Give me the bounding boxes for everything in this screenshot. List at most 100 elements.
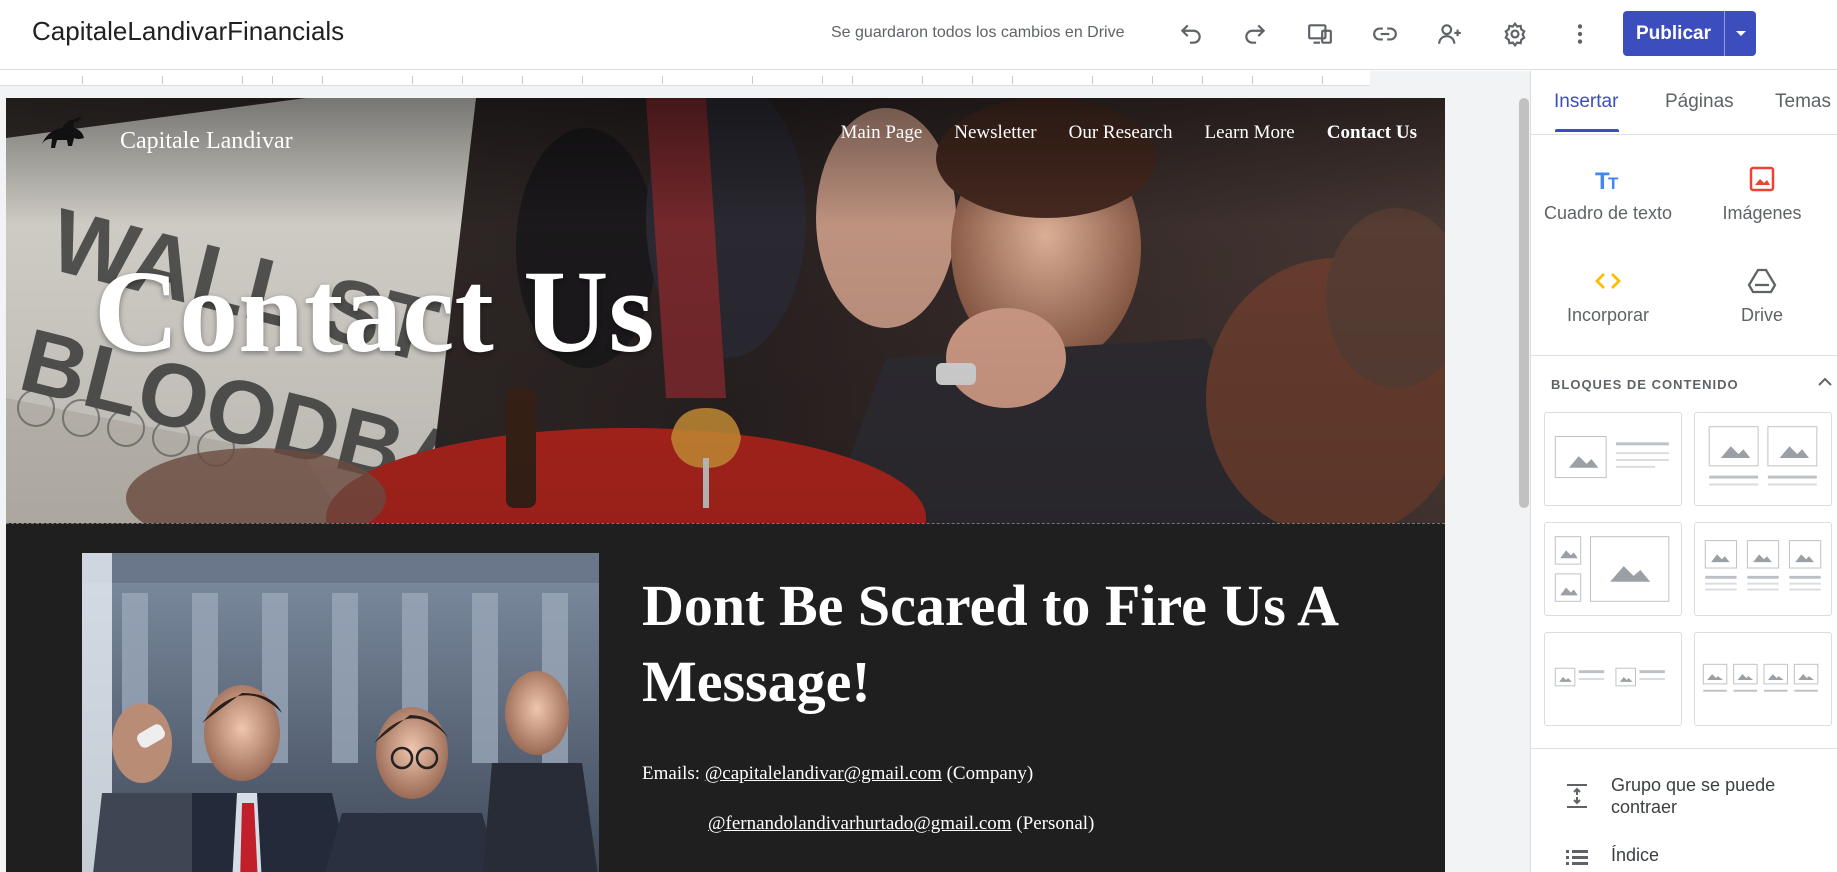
- ruler-tick: [922, 76, 923, 84]
- table-of-contents-label: Índice: [1611, 845, 1660, 865]
- settings-icon[interactable]: [1495, 14, 1535, 54]
- section-divider: [6, 523, 1445, 524]
- drive-label: Drive: [1740, 305, 1783, 325]
- insert-table-of-contents[interactable]: Índice: [1531, 844, 1837, 872]
- layout-block-4[interactable]: [1694, 522, 1832, 616]
- layout-image-gallery-icon: [1554, 536, 1670, 602]
- nav-contact-us[interactable]: Contact Us: [1327, 122, 1417, 144]
- ruler-tick: [582, 76, 583, 84]
- ruler-tick: [1092, 76, 1093, 84]
- insert-text-box[interactable]: TT Cuadro de texto: [1533, 164, 1683, 224]
- dropdown-arrow-icon: [1735, 30, 1746, 36]
- insert-panel: Insertar Páginas Temas TT Cuadro de text…: [1530, 71, 1837, 872]
- layout-block-2[interactable]: [1694, 412, 1832, 506]
- ruler-tick: [1202, 76, 1203, 84]
- panel-tabs: Insertar Páginas Temas: [1531, 71, 1837, 135]
- images-label: Imágenes: [1722, 203, 1802, 223]
- undo-icon[interactable]: [1171, 14, 1211, 54]
- site-nav: Main Page Newsletter Our Research Learn …: [840, 122, 1417, 144]
- chevron-up-icon[interactable]: [1814, 371, 1836, 393]
- insert-images[interactable]: Imágenes: [1687, 164, 1837, 224]
- nav-newsletter[interactable]: Newsletter: [954, 122, 1036, 144]
- save-status: Se guardaron todos los cambios en Drive: [831, 24, 1125, 41]
- nav-learn-more[interactable]: Learn More: [1205, 122, 1295, 144]
- table-of-contents-icon: [1566, 850, 1588, 865]
- link-icon[interactable]: [1365, 14, 1405, 54]
- company-email-note: (Company): [946, 763, 1034, 784]
- ruler-tick: [662, 76, 663, 84]
- drive-icon: [1747, 268, 1777, 294]
- ruler-tick: [522, 76, 523, 84]
- hero-section[interactable]: WALL ST BLOODBATH: [6, 98, 1445, 523]
- ruler-tick: [752, 76, 753, 84]
- publish-options-button[interactable]: [1725, 30, 1756, 38]
- content-blocks-header: BLOQUES DE CONTENIDO: [1551, 377, 1739, 392]
- document-title[interactable]: CapitaleLandivarFinancials: [32, 16, 344, 47]
- text-box-icon: TT: [1595, 168, 1619, 195]
- svg-text:T: T: [1608, 174, 1619, 193]
- ruler-tick: [272, 76, 273, 84]
- collapsible-group-icon: [1567, 784, 1587, 808]
- ruler-tick: [1012, 76, 1013, 84]
- site-name: Capitale Landivar: [120, 128, 293, 154]
- ruler-tick: [412, 76, 413, 84]
- site-brand[interactable]: Capitale Landivar: [34, 110, 293, 168]
- tab-paginas[interactable]: Páginas: [1665, 91, 1734, 113]
- tab-insertar[interactable]: Insertar: [1554, 91, 1618, 113]
- ruler-tick: [972, 76, 973, 84]
- ruler-tick: [1322, 76, 1323, 84]
- insert-collapsible-group[interactable]: Grupo que se puede contraer: [1531, 774, 1837, 820]
- more-icon[interactable]: [1560, 14, 1600, 54]
- text-box-label: Cuadro de texto: [1543, 203, 1673, 223]
- layout-two-image-text-icon: [1554, 667, 1665, 687]
- layout-block-6[interactable]: [1694, 632, 1832, 726]
- emails-block[interactable]: Emails: @capitalelandivar@gmail.com (Com…: [642, 763, 1094, 834]
- personal-email-link[interactable]: @fernandolandivarhurtado@gmail.com: [708, 813, 1012, 834]
- layout-image-text-icon: [1554, 436, 1669, 479]
- contact-heading[interactable]: Dont Be Scared to Fire Us A Message!: [642, 568, 1362, 720]
- bull-logo-icon: [42, 117, 84, 148]
- preview-icon[interactable]: [1300, 14, 1340, 54]
- tab-temas[interactable]: Temas: [1775, 91, 1831, 113]
- ruler-tick: [822, 76, 823, 84]
- ruler-tick: [242, 76, 243, 84]
- publish-button[interactable]: Publicar: [1623, 23, 1724, 45]
- insert-embed[interactable]: Incorporar: [1533, 266, 1683, 326]
- ruler-tick: [462, 76, 463, 84]
- images-icon: [1749, 166, 1775, 192]
- nav-main-page[interactable]: Main Page: [840, 122, 922, 144]
- embed-icon: [1595, 273, 1621, 289]
- panel-separator: [1531, 355, 1837, 356]
- panel-separator-2: [1531, 748, 1837, 749]
- layout-block-1[interactable]: [1544, 412, 1682, 506]
- ruler: [0, 71, 1370, 86]
- publish-button-group: Publicar: [1623, 11, 1756, 56]
- layout-two-images-icon: [1708, 426, 1818, 486]
- ruler-tick: [1152, 76, 1153, 84]
- traders-photo[interactable]: [82, 553, 599, 872]
- redo-icon[interactable]: [1235, 14, 1275, 54]
- hero-title[interactable]: Contact Us: [94, 244, 654, 380]
- active-tab-indicator: [1555, 129, 1619, 132]
- ruler-tick: [322, 76, 323, 84]
- canvas-scrollbar[interactable]: [1519, 98, 1529, 508]
- personal-email-row: @fernandolandivarhurtado@gmail.com (Pers…: [708, 813, 1094, 835]
- editor-canvas: WALL ST BLOODBATH: [0, 71, 1530, 872]
- layout-three-images-icon: [1704, 540, 1822, 591]
- site-page: WALL ST BLOODBATH: [6, 98, 1445, 872]
- layout-four-images-icon: [1702, 663, 1819, 692]
- ruler-tick: [82, 76, 83, 84]
- ruler-tick: [852, 76, 853, 84]
- company-email-link[interactable]: @capitalelandivar@gmail.com: [705, 763, 942, 784]
- nav-our-research[interactable]: Our Research: [1069, 122, 1173, 144]
- share-icon[interactable]: [1430, 14, 1470, 54]
- layout-block-5[interactable]: [1544, 632, 1682, 726]
- ruler-tick: [162, 76, 163, 84]
- ruler-tick: [1252, 76, 1253, 84]
- embed-label: Incorporar: [1566, 305, 1650, 325]
- top-bar: CapitaleLandivarFinancials Se guardaron …: [0, 0, 1837, 70]
- insert-drive[interactable]: Drive: [1687, 266, 1837, 326]
- layout-block-3[interactable]: [1544, 522, 1682, 616]
- personal-email-note: (Personal): [1016, 813, 1095, 834]
- collapsible-group-label: Grupo que se puede contraer: [1611, 775, 1776, 817]
